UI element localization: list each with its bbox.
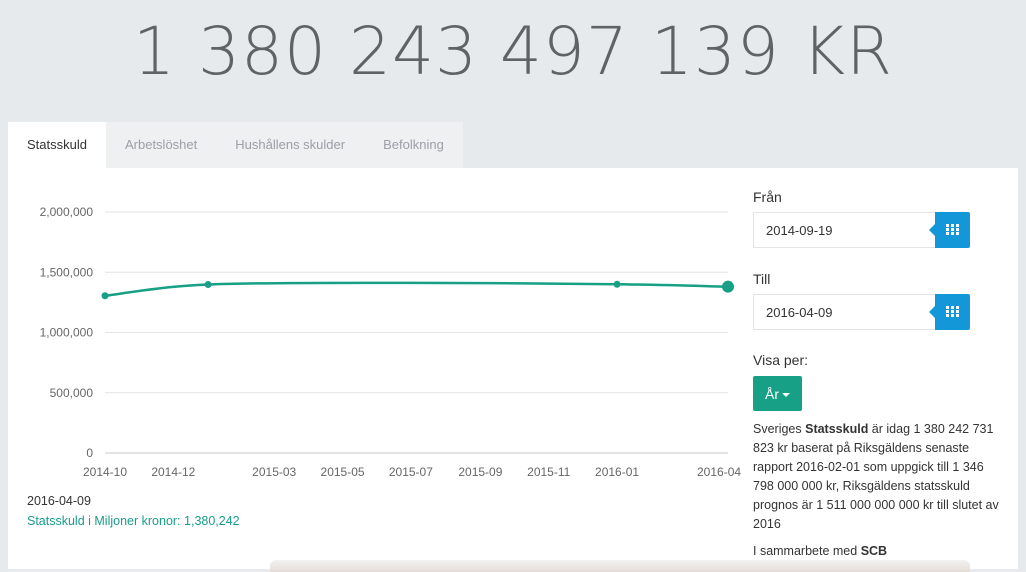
data-point-current bbox=[722, 280, 734, 293]
from-date-group bbox=[753, 212, 970, 248]
data-point bbox=[204, 281, 212, 289]
data-point bbox=[101, 292, 109, 300]
y-tick-label: 500,000 bbox=[50, 386, 94, 400]
tab-statsskuld[interactable]: Statsskuld bbox=[8, 122, 106, 168]
partner-credit: I sammarbete med SCB bbox=[753, 544, 887, 558]
to-date-input[interactable] bbox=[753, 294, 935, 330]
to-calendar-button[interactable] bbox=[929, 294, 970, 330]
y-tick-label: 2,000,000 bbox=[40, 205, 94, 219]
period-dropdown-label: År bbox=[765, 385, 779, 402]
x-tick-label: 2015-09 bbox=[458, 465, 502, 479]
debt-line-chart: 2,000,000 1,500,000 1,000,000 500,000 0 2014-… bbox=[40, 205, 742, 479]
tab-arbetsloshet[interactable]: Arbetslöshet bbox=[105, 122, 217, 168]
info-text-bold: Statsskuld bbox=[805, 422, 869, 436]
calendar-grid-icon bbox=[946, 306, 959, 317]
calendar-grid-icon bbox=[946, 224, 959, 235]
tooltip-series-label: Statsskuld i Miljoner kronor: bbox=[27, 514, 181, 528]
partner-text: I sammarbete med bbox=[753, 544, 861, 558]
tooltip-value: 1,380,242 bbox=[184, 514, 240, 528]
debt-counter: 1 380 243 497 139 KR bbox=[133, 13, 893, 90]
debt-info-text: Sveriges Statsskuld är idag 1 380 242 73… bbox=[753, 420, 1003, 534]
y-tick-label: 1,500,000 bbox=[40, 265, 94, 279]
from-label: Från bbox=[753, 189, 782, 205]
tooltip-date: 2016-04-09 bbox=[27, 494, 91, 508]
tooltip-value-line: Statsskuld i Miljoner kronor: 1,380,242 bbox=[27, 514, 240, 528]
bottom-card-edge bbox=[270, 560, 970, 572]
tab-befolkning[interactable]: Befolkning bbox=[364, 122, 463, 168]
x-tick-label: 2015-11 bbox=[527, 465, 570, 479]
y-tick-label: 1,000,000 bbox=[40, 326, 94, 340]
info-text-post: är idag 1 380 242 731 823 kr baserat på … bbox=[753, 422, 999, 531]
x-tick-label: 2015-03 bbox=[252, 465, 296, 479]
period-dropdown-button[interactable]: År bbox=[753, 376, 802, 411]
tab-bar: Statsskuld Arbetslöshet Hushållens skuld… bbox=[8, 122, 463, 168]
caret-down-icon bbox=[782, 392, 790, 397]
info-text-pre: Sveriges bbox=[753, 422, 806, 436]
x-tick-label: 2014-12 bbox=[151, 465, 195, 479]
from-calendar-button[interactable] bbox=[929, 212, 970, 248]
series-line bbox=[104, 281, 729, 297]
to-label: Till bbox=[753, 271, 771, 287]
x-tick-label: 2016-01 bbox=[595, 465, 639, 479]
content-panel: 2,000,000 1,500,000 1,000,000 500,000 0 2014-… bbox=[8, 168, 1018, 572]
to-date-group bbox=[753, 294, 970, 330]
x-tick-label: 2016-04 bbox=[697, 465, 741, 479]
x-tick-label: 2015-05 bbox=[321, 465, 365, 479]
data-point bbox=[613, 280, 621, 288]
visa-per-label: Visa per: bbox=[753, 352, 808, 368]
x-tick-label: 2014-10 bbox=[83, 465, 127, 479]
partner-name: SCB bbox=[860, 544, 888, 558]
y-tick-label: 0 bbox=[86, 446, 93, 460]
x-tick-label: 2015-07 bbox=[389, 465, 433, 479]
from-date-input[interactable] bbox=[753, 212, 935, 248]
tab-hushallens-skulder[interactable]: Hushållens skulder bbox=[216, 122, 365, 168]
